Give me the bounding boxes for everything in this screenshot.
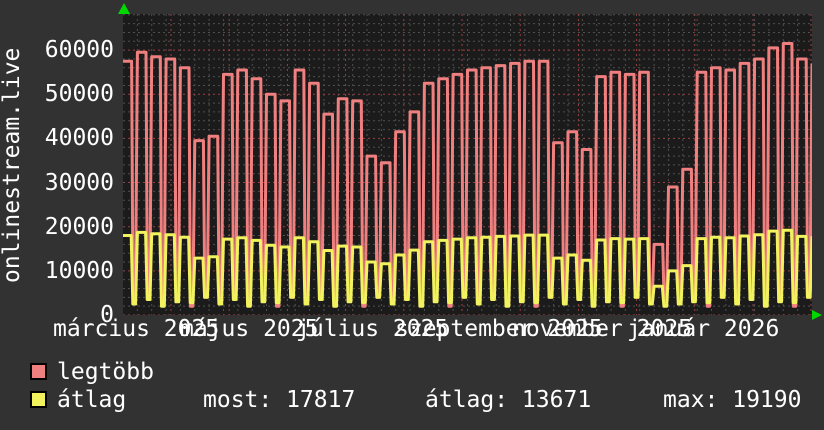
legend-swatch-átlag <box>30 391 47 408</box>
stat-átlag: átlag: 13671 <box>425 387 592 413</box>
stat-max: max: 19190 <box>663 387 802 413</box>
y-tick-label: 60000 <box>44 37 114 64</box>
y-axis-arrow-icon <box>118 3 130 14</box>
vertical-axis-title: onlinestream.live <box>0 47 25 283</box>
x-axis-arrow-icon <box>812 310 822 320</box>
legend-label-átlag: átlag <box>57 387 127 413</box>
y-tick-label: 50000 <box>44 81 114 108</box>
y-tick-label: 10000 <box>44 257 114 284</box>
chart-svg <box>123 14 812 315</box>
y-tick-label: 30000 <box>44 169 114 196</box>
munin-graph: onlinestream.live 0 10000 20000 30000 40000 5… <box>0 0 824 430</box>
legend-label-legtöbb: legtöbb <box>57 359 154 385</box>
stat-most: most: 17817 <box>203 387 356 413</box>
x-tick-label: január 2026 <box>627 316 780 342</box>
legend-swatch-legtöbb <box>30 363 47 380</box>
plot-area <box>123 14 812 315</box>
y-tick-label: 20000 <box>44 213 114 240</box>
y-tick-label: 40000 <box>44 125 114 152</box>
